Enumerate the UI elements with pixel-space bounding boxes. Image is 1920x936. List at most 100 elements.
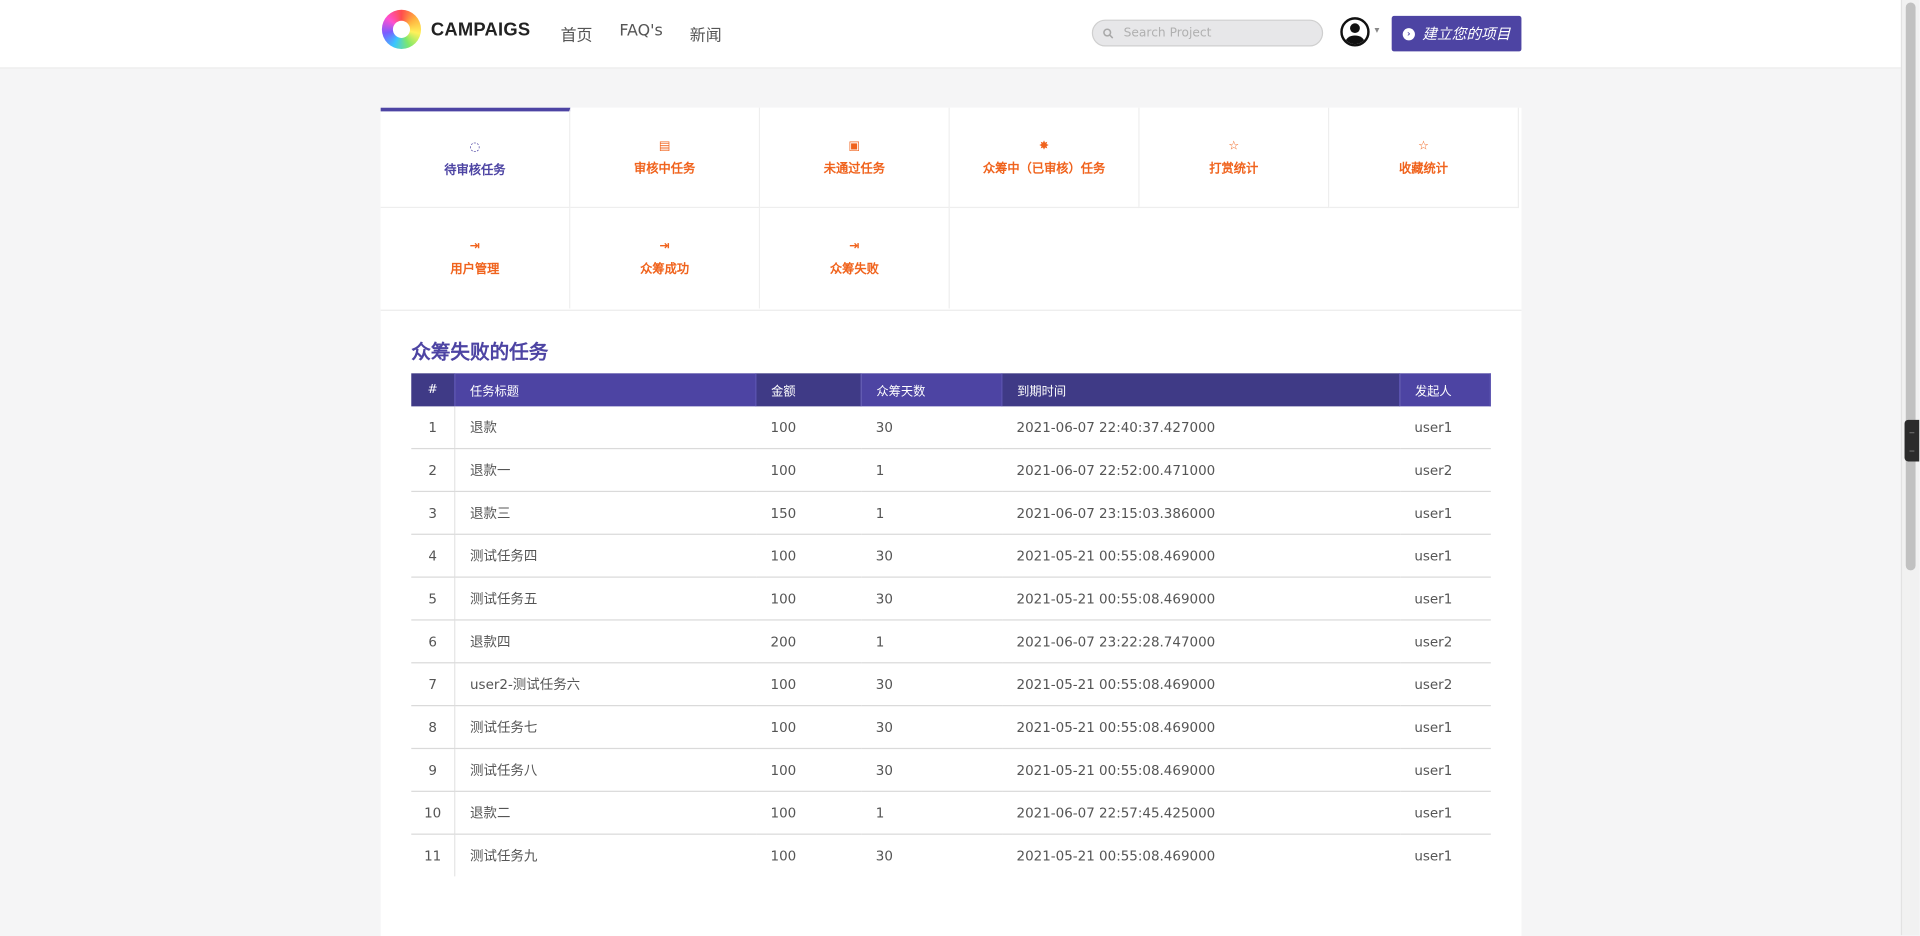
tab-funding-success[interactable]: ⇥ 众筹成功 bbox=[570, 208, 761, 309]
row-days: 30 bbox=[861, 662, 1002, 707]
table-row[interactable]: 3 退款三 150 1 2021-06-07 23:15:03.386000 u… bbox=[411, 491, 1491, 535]
row-days: 1 bbox=[861, 491, 1002, 535]
row-deadline: 2021-05-21 00:55:08.469000 bbox=[1016, 847, 1216, 864]
row-amount: 100 bbox=[755, 534, 862, 578]
tab-pending-review[interactable]: ◌ 待审核任务 bbox=[380, 107, 571, 209]
nav-item-faq[interactable]: FAQ's bbox=[619, 22, 662, 45]
row-deadline: 2021-05-21 00:55:08.469000 bbox=[1001, 534, 1400, 578]
tab-favorite-stats[interactable]: ☆ 收藏统计 bbox=[1329, 107, 1519, 209]
table-row[interactable]: 11 测试任务九 100 30 2021-05-21 00:55:08.4690… bbox=[411, 834, 1490, 877]
row-days: 30 bbox=[861, 748, 1002, 792]
tab-label: 收藏统计 bbox=[1399, 162, 1448, 176]
nav-item-news[interactable]: 新闻 bbox=[690, 22, 722, 45]
sign-in-icon: ⇥ bbox=[849, 239, 860, 254]
table-row[interactable]: 1 退款 100 30 2021-06-07 22:40:37.427000 u… bbox=[411, 406, 1491, 450]
row-owner: user1 bbox=[1399, 791, 1491, 835]
table-row[interactable]: 2 退款一 100 1 2021-06-07 22:52:00.471000 u… bbox=[411, 448, 1491, 493]
tab-label: 众筹成功 bbox=[640, 263, 690, 277]
tab-label: 待审核任务 bbox=[444, 164, 506, 178]
user-circle-icon[interactable] bbox=[1340, 17, 1370, 47]
column-header-days: 众筹天数 bbox=[861, 373, 1003, 407]
table-row[interactable]: 6 退款四 200 1 2021-06-07 23:22:28.747000 u… bbox=[411, 619, 1491, 664]
row-index: 7 bbox=[411, 662, 456, 707]
row-title: 测试任务九 bbox=[470, 848, 538, 865]
row-title: 退款二 bbox=[454, 791, 756, 835]
row-index: 1 bbox=[411, 406, 456, 450]
tab-user-management[interactable]: ⇥ 用户管理 bbox=[380, 208, 571, 309]
tab-funding-approved[interactable]: ✸ 众筹中（已审核）任务 bbox=[949, 107, 1140, 209]
tab-label: 用户管理 bbox=[450, 263, 500, 277]
row-days: 30 bbox=[861, 534, 1002, 578]
search-box bbox=[1091, 19, 1324, 47]
tab-rejected[interactable]: ▣ 未通过任务 bbox=[760, 107, 950, 209]
row-title: 测试任务四 bbox=[454, 534, 756, 578]
failed-tasks-table: # 任务标题 金额 众筹天数 到期时间 发起人 1 退款 100 30 2021… bbox=[411, 373, 1491, 877]
row-deadline: 2021-05-21 00:55:08.469000 bbox=[1001, 748, 1400, 792]
page-scrollbar[interactable] bbox=[1900, 0, 1920, 936]
scrollbar-thumb[interactable] bbox=[1905, 2, 1916, 571]
row-deadline: 2021-05-21 00:55:08.469000 bbox=[1001, 577, 1400, 621]
row-amount: 100 bbox=[755, 406, 862, 450]
image-icon: ▣ bbox=[848, 138, 861, 153]
row-owner: user2 bbox=[1399, 662, 1491, 707]
row-amount: 100 bbox=[770, 847, 797, 864]
sign-in-icon: ⇥ bbox=[659, 239, 670, 254]
search-input[interactable] bbox=[1121, 25, 1322, 42]
tab-label: 未通过任务 bbox=[823, 162, 885, 176]
row-index: 3 bbox=[411, 491, 456, 535]
table-row[interactable]: 10 退款二 100 1 2021-06-07 22:57:45.425000 … bbox=[411, 791, 1491, 835]
page: CAMPAIGS 首页 FAQ's 新闻 ▾ › 建立您的项目 ◌ 待审核任务 bbox=[0, 0, 1920, 936]
column-header-index: # bbox=[411, 373, 456, 407]
table-row[interactable]: 4 测试任务四 100 30 2021-05-21 00:55:08.46900… bbox=[411, 534, 1491, 578]
spinner-icon: ◌ bbox=[469, 140, 481, 155]
row-owner: user1 bbox=[1414, 847, 1453, 864]
row-title: 测试任务七 bbox=[454, 705, 756, 750]
chevron-right-circle-icon: › bbox=[1402, 27, 1415, 40]
row-deadline: 2021-05-21 00:55:08.469000 bbox=[1001, 662, 1400, 707]
star-icon: ☆ bbox=[1228, 138, 1240, 153]
row-amount: 100 bbox=[755, 748, 862, 792]
row-deadline: 2021-06-07 23:22:28.747000 bbox=[1001, 619, 1400, 664]
row-index: 11 bbox=[411, 834, 456, 877]
viewport: CAMPAIGS 首页 FAQ's 新闻 ▾ › 建立您的项目 ◌ 待审核任务 bbox=[0, 0, 1920, 936]
chevron-down-icon[interactable]: ▾ bbox=[1375, 24, 1380, 35]
row-owner: user2 bbox=[1399, 448, 1491, 493]
table-row[interactable]: 9 测试任务八 100 30 2021-05-21 00:55:08.46900… bbox=[411, 748, 1491, 792]
brand-logo[interactable]: CAMPAIGS bbox=[381, 9, 531, 49]
section-title: 众筹失败的任务 bbox=[411, 340, 549, 364]
row-amount: 100 bbox=[755, 791, 862, 835]
tab-label: 审核中任务 bbox=[634, 162, 696, 176]
table-row[interactable]: 7 user2-测试任务六 100 30 2021-05-21 00:55:08… bbox=[411, 662, 1491, 707]
star-icon: ☆ bbox=[1418, 138, 1430, 153]
search-icon bbox=[1103, 27, 1114, 38]
row-days: 30 bbox=[861, 577, 1002, 621]
logo-icon bbox=[381, 9, 422, 49]
tab-funding-failed[interactable]: ⇥ 众筹失败 bbox=[760, 208, 950, 309]
row-index: 10 bbox=[411, 791, 456, 835]
create-project-button[interactable]: › 建立您的项目 bbox=[1391, 15, 1522, 52]
row-deadline: 2021-05-21 00:55:08.469000 bbox=[1001, 705, 1400, 750]
admin-tabs: ◌ 待审核任务 ▤ 审核中任务 ▣ 未通过任务 ✸ 众筹中（已审核）任务 ☆ 打… bbox=[380, 107, 1522, 311]
row-days: 30 bbox=[861, 406, 1002, 450]
table-row[interactable]: 5 测试任务五 100 30 2021-05-21 00:55:08.46900… bbox=[411, 577, 1491, 621]
column-header-title: 任务标题 bbox=[454, 373, 757, 407]
row-amount: 100 bbox=[755, 577, 862, 621]
sign-in-icon: ⇥ bbox=[469, 239, 481, 254]
nav-item-home[interactable]: 首页 bbox=[561, 22, 593, 45]
brand-name: CAMPAIGS bbox=[430, 18, 531, 40]
row-days: 1 bbox=[861, 619, 1002, 664]
row-amount: 100 bbox=[755, 662, 862, 707]
main-container: ◌ 待审核任务 ▤ 审核中任务 ▣ 未通过任务 ✸ 众筹中（已审核）任务 ☆ 打… bbox=[380, 107, 1522, 936]
table-row[interactable]: 8 测试任务七 100 30 2021-05-21 00:55:08.46900… bbox=[411, 705, 1491, 750]
tab-under-review[interactable]: ▤ 审核中任务 bbox=[570, 107, 761, 209]
row-title: 退款四 bbox=[454, 619, 756, 664]
side-drawer-handle[interactable] bbox=[1904, 419, 1920, 462]
row-days: 30 bbox=[861, 705, 1002, 750]
table-header-row: # 任务标题 金额 众筹天数 到期时间 发起人 bbox=[411, 373, 1491, 407]
row-title: 测试任务八 bbox=[454, 748, 756, 792]
row-title: 测试任务五 bbox=[454, 577, 756, 621]
row-deadline: 2021-06-07 22:52:00.471000 bbox=[1001, 448, 1400, 493]
tab-tip-stats[interactable]: ☆ 打赏统计 bbox=[1139, 107, 1330, 209]
column-header-owner: 发起人 bbox=[1399, 373, 1491, 407]
row-days: 30 bbox=[875, 847, 893, 864]
